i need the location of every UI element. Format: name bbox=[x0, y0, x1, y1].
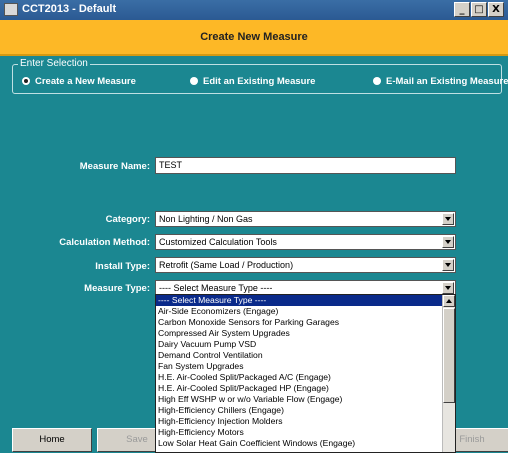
scroll-thumb[interactable] bbox=[443, 308, 455, 403]
maximize-button[interactable]: □ bbox=[471, 2, 487, 17]
chevron-down-icon[interactable] bbox=[442, 213, 454, 225]
radio-label: E-Mail an Existing Measure bbox=[386, 76, 508, 87]
dropdown-option[interactable]: Dairy Vacuum Pump VSD bbox=[156, 339, 443, 350]
radio-unselected-icon bbox=[373, 77, 381, 85]
measure-type-dropdown-list[interactable]: ---- Select Measure Type ---- Air-Side Ec… bbox=[155, 294, 456, 453]
measure-type-value: ---- Select Measure Type ---- bbox=[159, 283, 273, 293]
chevron-down-icon[interactable] bbox=[442, 236, 454, 248]
calculation-method-label: Calculation Method: bbox=[59, 237, 150, 248]
dropdown-option[interactable]: Low Solar Heat Gain Coefficient Windows … bbox=[156, 438, 443, 449]
dropdown-scrollbar[interactable] bbox=[442, 295, 455, 452]
calculation-method-select[interactable]: Customized Calculation Tools bbox=[155, 234, 456, 250]
radio-label: Edit an Existing Measure bbox=[203, 76, 316, 87]
radio-edit-measure[interactable]: Edit an Existing Measure bbox=[190, 76, 315, 87]
dropdown-options: ---- Select Measure Type ---- Air-Side Ec… bbox=[156, 295, 443, 449]
measure-name-label: Measure Name: bbox=[79, 161, 150, 172]
dropdown-option[interactable]: Carbon Monoxide Sensors for Parking Gara… bbox=[156, 317, 443, 328]
category-label: Category: bbox=[105, 214, 150, 225]
dropdown-option[interactable]: H.E. Air-Cooled Split/Packaged HP (Engag… bbox=[156, 383, 443, 394]
category-value: Non Lighting / Non Gas bbox=[159, 214, 253, 224]
app-icon bbox=[4, 3, 18, 16]
window-titlebar: CCT2013 - Default _ □ X bbox=[0, 0, 508, 20]
chevron-down-icon[interactable] bbox=[442, 259, 454, 271]
calculation-method-value: Customized Calculation Tools bbox=[159, 237, 277, 247]
dropdown-option[interactable]: High Eff WSHP w or w/o Variable Flow (En… bbox=[156, 394, 443, 405]
dropdown-option[interactable]: High-Efficiency Chillers (Engage) bbox=[156, 405, 443, 416]
dropdown-option[interactable]: Demand Control Ventilation bbox=[156, 350, 443, 361]
scroll-up-icon[interactable] bbox=[443, 295, 455, 307]
category-select[interactable]: Non Lighting / Non Gas bbox=[155, 211, 456, 227]
install-type-value: Retrofit (Same Load / Production) bbox=[159, 260, 294, 270]
minimize-button[interactable]: _ bbox=[454, 2, 470, 17]
dropdown-option[interactable]: High-Efficiency Motors bbox=[156, 427, 443, 438]
chevron-down-icon[interactable] bbox=[442, 282, 454, 294]
window-title: CCT2013 - Default bbox=[22, 3, 117, 15]
dropdown-option[interactable]: Fan System Upgrades bbox=[156, 361, 443, 372]
page-header: Create New Measure bbox=[0, 20, 508, 56]
home-button[interactable]: Home bbox=[12, 428, 92, 452]
dropdown-option[interactable]: ---- Select Measure Type ---- bbox=[156, 295, 443, 306]
selection-legend: Enter Selection bbox=[18, 58, 90, 69]
dropdown-option[interactable]: H.E. Air-Cooled Split/Packaged A/C (Enga… bbox=[156, 372, 443, 383]
close-button[interactable]: X bbox=[488, 2, 504, 17]
dropdown-option[interactable]: Compressed Air System Upgrades bbox=[156, 328, 443, 339]
radio-label: Create a New Measure bbox=[35, 76, 136, 87]
install-type-select[interactable]: Retrofit (Same Load / Production) bbox=[155, 257, 456, 273]
radio-create-measure[interactable]: Create a New Measure bbox=[22, 76, 136, 87]
page-title: Create New Measure bbox=[200, 31, 308, 43]
radio-selected-icon bbox=[22, 77, 30, 85]
dropdown-option[interactable]: High-Efficiency Injection Molders bbox=[156, 416, 443, 427]
radio-unselected-icon bbox=[190, 77, 198, 85]
dropdown-option[interactable]: Air-Side Economizers (Engage) bbox=[156, 306, 443, 317]
radio-email-measure[interactable]: E-Mail an Existing Measure bbox=[373, 76, 508, 87]
measure-type-label: Measure Type: bbox=[84, 283, 150, 294]
install-type-label: Install Type: bbox=[95, 261, 150, 272]
measure-name-input[interactable]: TEST bbox=[155, 157, 456, 174]
